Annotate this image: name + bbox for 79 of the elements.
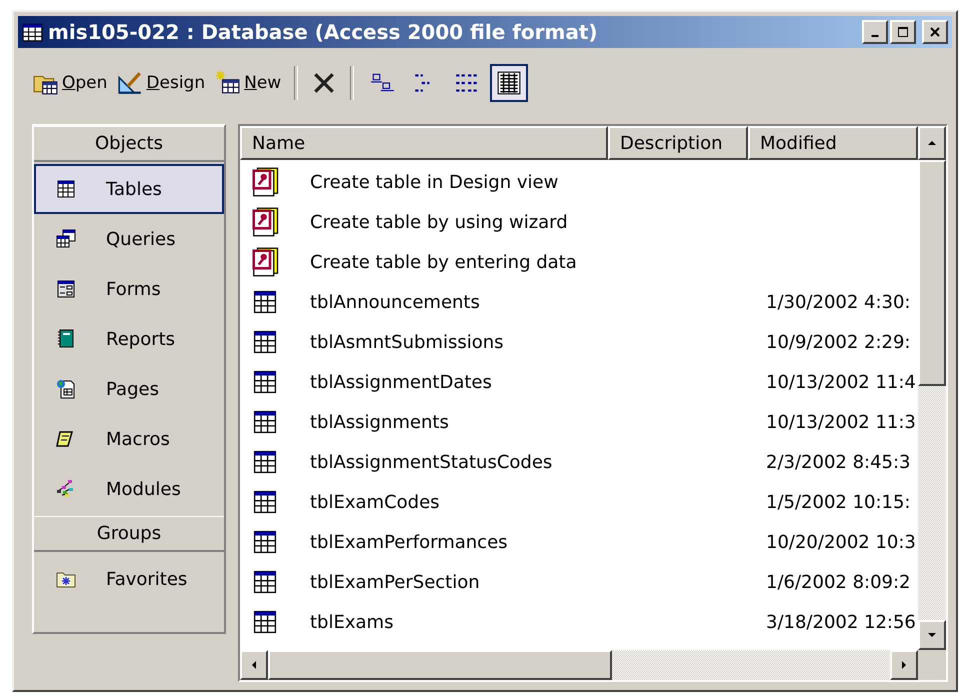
table-icon (252, 449, 278, 475)
object-name[interactable]: tblExamCodes (310, 492, 440, 512)
modified-date: 2/3/2002 8:45:3 (765, 452, 911, 472)
minimize-button[interactable] (862, 20, 888, 44)
close-button[interactable] (922, 20, 948, 44)
shortcut-icon (250, 247, 280, 277)
modified-date: 10/20/2002 10:3 (765, 532, 916, 552)
object-name[interactable]: tblExams (310, 612, 394, 632)
details-view-icon (496, 70, 522, 96)
query-icon (56, 229, 76, 249)
object-type-item[interactable]: Favorites (34, 554, 224, 604)
table-icon (252, 529, 278, 555)
table-icon (252, 369, 278, 395)
open-button[interactable]: Open (30, 68, 110, 98)
object-type-item[interactable]: Queries (34, 214, 224, 264)
new-button[interactable]: New (212, 68, 284, 98)
object-name[interactable]: tblAssignmentDates (310, 372, 492, 392)
table-icon (252, 289, 278, 315)
table-icon (56, 179, 76, 199)
object-type-item[interactable]: Macros (34, 414, 224, 464)
window-title: mis105-022 : Database (Access 2000 file format) (48, 20, 599, 44)
group-header-button[interactable]: Objects (34, 126, 224, 162)
object-name[interactable]: Create table by using wizard (310, 212, 568, 232)
horizontal-scrollbar[interactable] (240, 650, 918, 680)
shortcut-icon (250, 167, 280, 197)
shortcut-icon (250, 207, 280, 237)
scroll-thumb[interactable] (268, 650, 612, 680)
object-name[interactable]: tblAssignmentStatusCodes (310, 452, 552, 472)
maximize-button[interactable] (890, 20, 916, 44)
maximize-icon (896, 25, 910, 39)
table-icon (252, 609, 278, 635)
book-icon (56, 329, 76, 349)
object-name[interactable]: tblAnnouncements (310, 292, 480, 312)
minimize-icon (871, 35, 879, 37)
column-header[interactable]: Modified (748, 126, 918, 160)
design-button[interactable]: Design (114, 68, 208, 98)
scroll-left-button[interactable] (240, 650, 268, 680)
scroll-thumb[interactable] (918, 160, 946, 386)
scroll-down-button[interactable] (918, 620, 946, 650)
table-icon (252, 409, 278, 435)
form-icon (56, 279, 76, 299)
scroll-icon (56, 429, 76, 449)
object-name[interactable]: tblAsmntSubmissions (310, 332, 504, 352)
details-view-button[interactable] (490, 64, 528, 102)
object-type-item[interactable]: Forms (34, 264, 224, 314)
object-name[interactable]: Create table in Design view (310, 172, 558, 192)
object-type-item[interactable]: Modules (34, 464, 224, 514)
modules-icon (56, 479, 76, 499)
table-icon (252, 329, 278, 355)
modified-date: 1/30/2002 4:30: (765, 292, 911, 312)
column-header[interactable]: Description (608, 126, 748, 160)
database-icon (22, 21, 44, 43)
table-icon (252, 569, 278, 595)
object-name[interactable]: tblExamPerSection (310, 572, 480, 592)
right-arrow-icon (899, 660, 909, 670)
object-type-item[interactable]: Reports (34, 314, 224, 364)
scroll-right-button[interactable] (890, 650, 918, 680)
modified-date: 10/13/2002 11:3 (765, 412, 916, 432)
group-header-button[interactable]: Groups (34, 516, 224, 552)
set-square-icon (117, 70, 144, 96)
vertical-scrollbar[interactable] (918, 160, 946, 650)
object-type-item[interactable]: Pages (34, 364, 224, 414)
modified-date: 10/13/2002 11:4 (765, 372, 916, 392)
web-page-icon (56, 379, 76, 399)
object-name[interactable]: tblAssignments (310, 412, 449, 432)
column-header[interactable]: Name (240, 126, 608, 160)
modified-date: 1/5/2002 10:15: (765, 492, 911, 512)
up-arrow-icon (927, 138, 937, 148)
object-name[interactable]: Create table by entering data (310, 252, 577, 272)
object-name[interactable]: tblExamPerformances (310, 532, 508, 552)
table-icon (252, 489, 278, 515)
modified-date: 1/6/2002 8:09:2 (765, 572, 911, 592)
down-arrow-icon (927, 630, 937, 640)
scroll-up-button[interactable] (918, 126, 946, 160)
modified-date: 10/9/2002 2:29: (765, 332, 911, 352)
new-table-icon (215, 70, 242, 96)
object-type-item[interactable]: Tables (34, 164, 224, 214)
modified-date: 3/18/2002 12:56 (765, 612, 916, 632)
close-icon (928, 25, 942, 39)
